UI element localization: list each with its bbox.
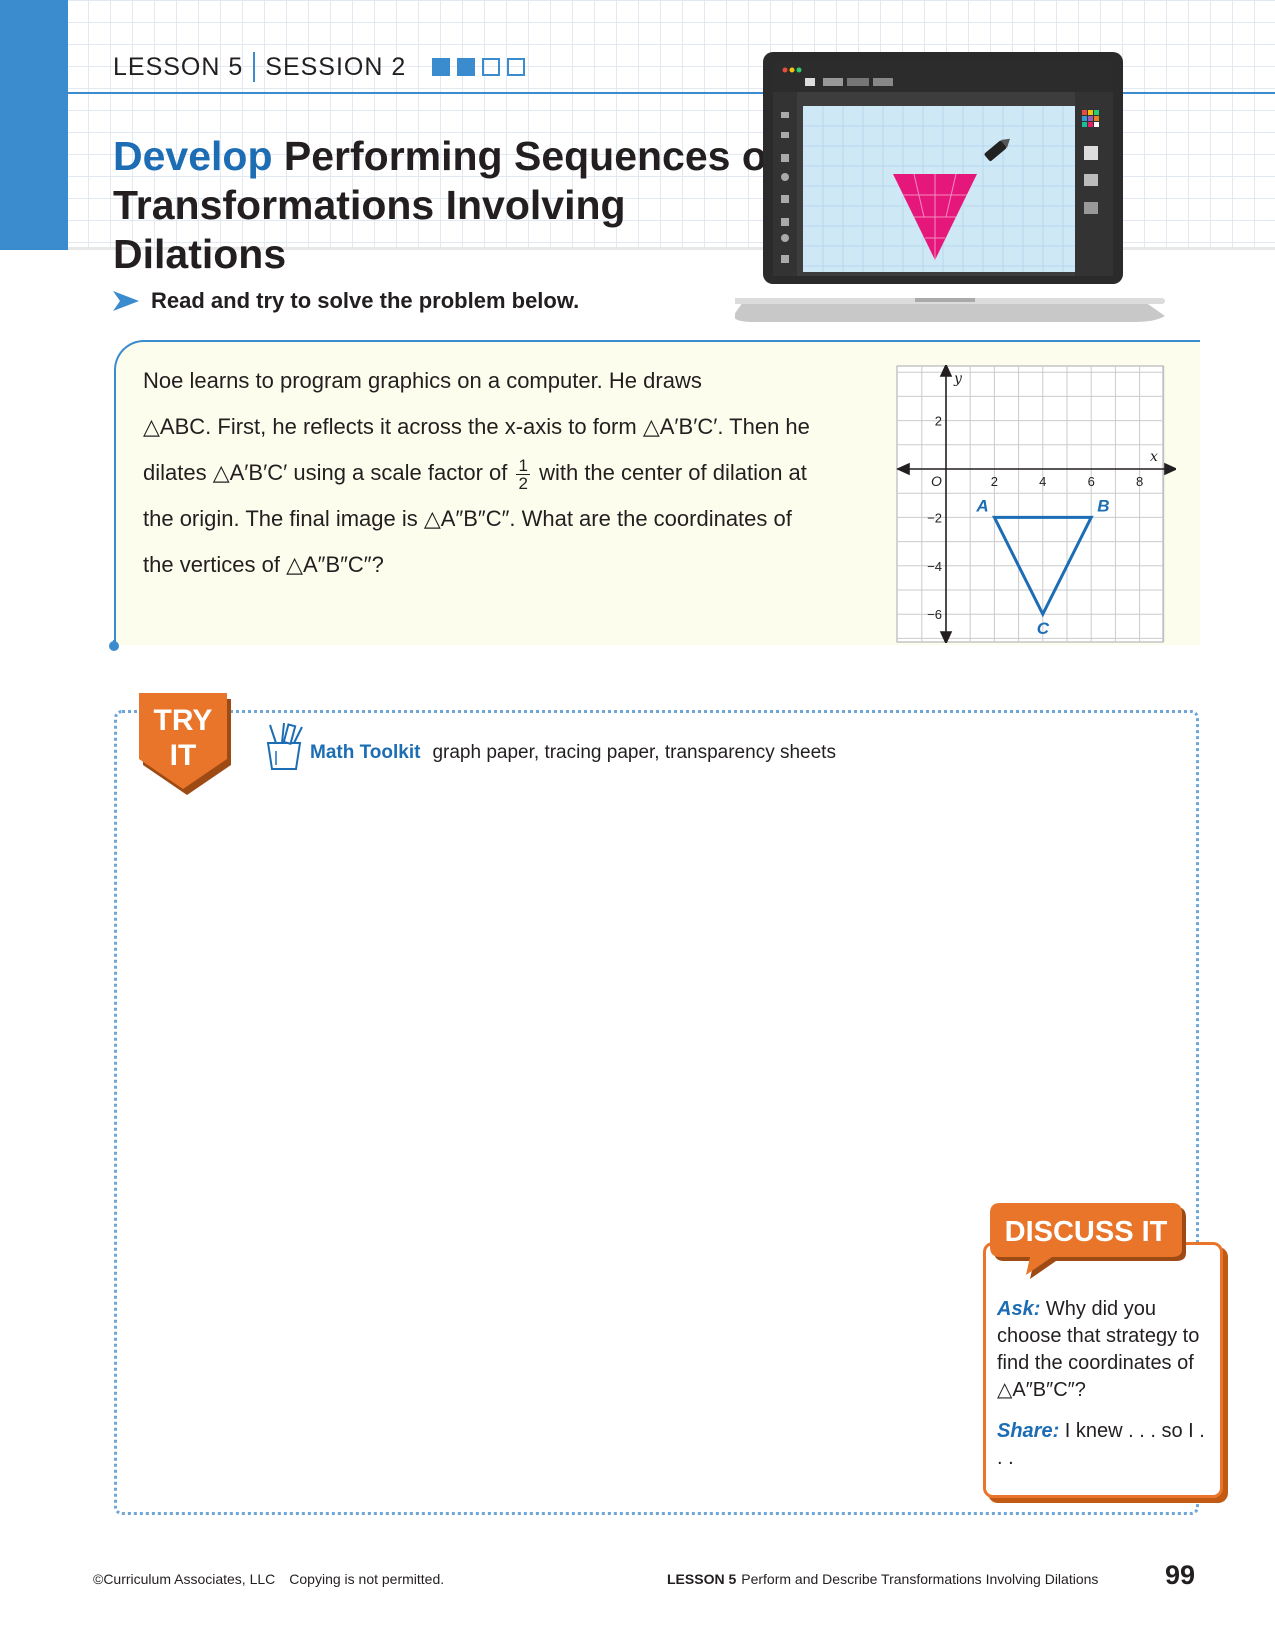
ask-prompt: Ask: Why did you choose that strategy to… <box>997 1296 1209 1404</box>
origin-label: O <box>931 473 942 489</box>
tool-palette <box>773 92 797 276</box>
y-tick-label: −6 <box>927 607 942 622</box>
y-axis-label: y <box>953 371 963 387</box>
title-develop: Develop <box>113 133 273 179</box>
footer-lesson: LESSON 5 Perform and Describe Transformat… <box>667 1571 1098 1587</box>
x-tick-label: 4 <box>1039 474 1046 489</box>
problem-box-dot <box>109 641 119 651</box>
footer-lesson-label: LESSON 5 <box>667 1571 737 1587</box>
session-indicator: LESSON 5 SESSION 2 <box>113 50 526 84</box>
copy-notice: Copying is not permitted. <box>289 1571 445 1587</box>
problem-line: dilates △A′B′C′ using a scale factor of … <box>143 450 863 496</box>
share-label: Share: <box>997 1420 1060 1442</box>
problem-text: Noe learns to program graphics on a comp… <box>143 358 863 588</box>
copyright-text: ©Curriculum Associates, LLC <box>93 1571 276 1587</box>
progress-square <box>457 58 476 76</box>
divider <box>253 52 256 82</box>
coordinate-graph: y x O 2 4 6 8 2 −2 −4 −6 A B C <box>896 365 1176 643</box>
session-label: SESSION 2 <box>265 52 407 81</box>
discuss-it-badge: DISCUSS IT <box>990 1203 1186 1279</box>
arrow-right-icon <box>113 291 139 311</box>
vertex-label-c: C <box>1037 619 1050 638</box>
problem-line: Noe learns to program graphics on a comp… <box>143 368 702 393</box>
title-line-2: Transformations Involving Dilations <box>113 182 626 277</box>
problem-line: △ABC. First, he reflects it across the x… <box>143 414 810 439</box>
fraction-numerator: 1 <box>516 455 530 475</box>
x-tick-label: 2 <box>991 474 998 489</box>
progress-square <box>432 58 451 76</box>
y-tick-label: −4 <box>927 559 942 574</box>
page-title: Develop Performing Sequences of Transfor… <box>113 132 793 279</box>
problem-line-part: with the center of dilation at <box>539 460 807 485</box>
x-tick-label: 6 <box>1088 474 1095 489</box>
try-label: TRY <box>154 704 213 737</box>
fraction-one-half: 1 2 <box>516 455 530 493</box>
fraction-denominator: 2 <box>518 473 528 493</box>
problem-line: the vertices of △A″B″C″? <box>143 552 384 577</box>
try-it-badge: TRY IT <box>139 693 231 795</box>
footer-copyright: ©Curriculum Associates, LLC Copying is no… <box>93 1571 444 1587</box>
problem-line: the origin. The final image is △A″B″C″. … <box>143 506 792 531</box>
discuss-it-label: DISCUSS IT <box>1005 1216 1168 1248</box>
title-line-1: Performing Sequences of <box>272 133 781 179</box>
progress-square <box>482 58 501 76</box>
discuss-it-text: Ask: Why did you choose that strategy to… <box>997 1296 1209 1472</box>
vertex-label-a: A <box>975 496 988 515</box>
instruction: Read and try to solve the problem below. <box>113 288 579 314</box>
share-prompt: Share: I knew . . . so I . . . <box>997 1418 1209 1472</box>
lesson-color-tab <box>0 0 68 250</box>
graph-background <box>896 365 1164 643</box>
math-toolkit-items: graph paper, tracing paper, transparency… <box>432 742 836 763</box>
laptop-illustration <box>735 52 1165 322</box>
session-progress <box>432 58 526 76</box>
y-tick-label: −2 <box>927 510 942 525</box>
app-toolbar <box>773 60 1113 92</box>
laptop-base <box>735 302 1165 322</box>
x-tick-label: 8 <box>1136 474 1143 489</box>
footer-lesson-title: Perform and Describe Transformations Inv… <box>741 1571 1099 1587</box>
instruction-text: Read and try to solve the problem below. <box>151 288 580 313</box>
math-toolkit-icon <box>266 722 303 770</box>
lesson-label: LESSON 5 <box>113 52 244 81</box>
problem-line-part: dilates △A′B′C′ using a scale factor of <box>143 460 508 485</box>
y-tick-label: 2 <box>935 414 942 429</box>
vertex-label-b: B <box>1097 496 1109 515</box>
ask-label: Ask: <box>997 1298 1041 1320</box>
math-toolkit: Math Toolkit graph paper, tracing paper,… <box>310 742 836 764</box>
math-toolkit-label: Math Toolkit <box>310 742 421 763</box>
progress-square <box>507 58 526 76</box>
x-axis-label: x <box>1150 449 1158 465</box>
page-number: 99 <box>1165 1560 1196 1590</box>
it-label: IT <box>170 739 197 772</box>
